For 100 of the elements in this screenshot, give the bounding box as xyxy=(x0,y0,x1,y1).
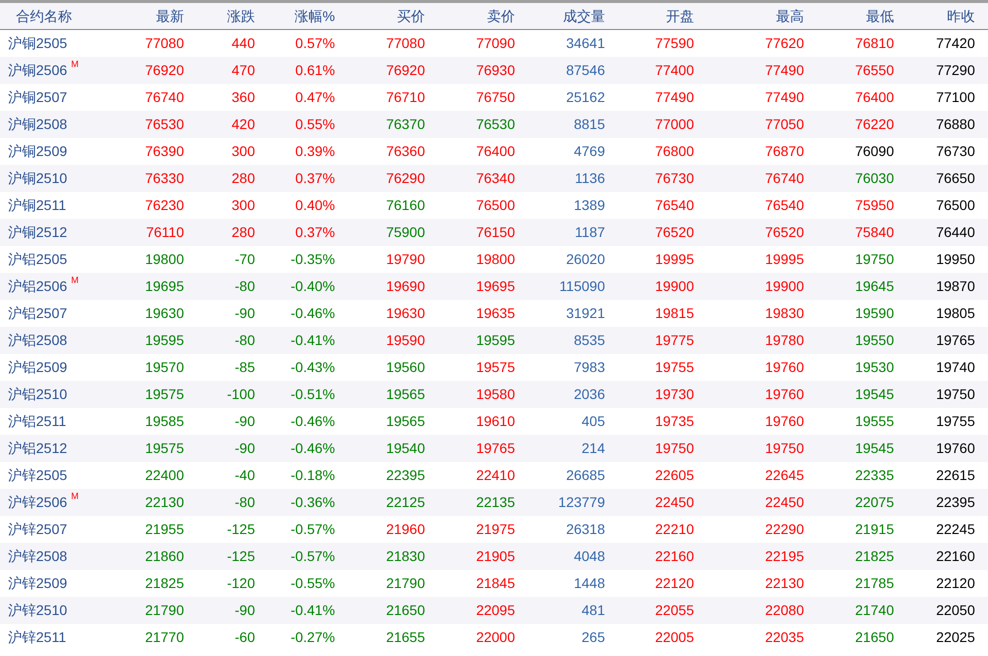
table-cell-text: 26318 xyxy=(565,520,605,539)
table-cell-text: 19585 xyxy=(144,412,184,431)
table-cell-text: 280 xyxy=(230,169,255,188)
column-header[interactable]: 买价 xyxy=(335,6,425,26)
table-cell-text: 77080 xyxy=(385,34,425,53)
column-header[interactable]: 最高 xyxy=(694,6,804,26)
table-cell-text: 8815 xyxy=(572,115,605,134)
table-cell-text: 19995 xyxy=(764,250,804,269)
table-cell-text: 22035 xyxy=(764,628,804,647)
table-cell-text: 21915 xyxy=(854,520,894,539)
table-cell-text: 76520 xyxy=(764,223,804,242)
table-cell-text: 77050 xyxy=(764,115,804,134)
contract-name[interactable]: 沪铜2506 xyxy=(8,60,68,81)
contract-name[interactable]: 沪铝2507 xyxy=(8,303,68,324)
table-cell-text: 19900 xyxy=(764,277,804,296)
contract-name[interactable]: 沪铝2506 xyxy=(8,276,68,297)
table-cell-text: 22290 xyxy=(764,520,804,539)
column-header[interactable]: 昨收 xyxy=(894,6,975,26)
table-cell-text: 19750 xyxy=(764,439,804,458)
table-cell-text: 280 xyxy=(230,223,255,242)
table-cell-text: 22080 xyxy=(764,601,804,620)
contract-name[interactable]: 沪铝2510 xyxy=(8,384,68,405)
table-cell-text: 0.37% xyxy=(294,223,335,242)
table-cell-text: 76750 xyxy=(475,88,515,107)
table-cell-text: 19580 xyxy=(475,385,515,404)
table-cell-text: 19800 xyxy=(144,250,184,269)
contract-name[interactable]: 沪锌2511 xyxy=(8,627,66,648)
table-cell-text: 19590 xyxy=(385,331,425,350)
table-cell-text: 76540 xyxy=(764,196,804,215)
table-cell-text: 77490 xyxy=(764,61,804,80)
contract-name[interactable]: 沪铜2511 xyxy=(8,195,66,216)
table-cell-text: 75900 xyxy=(385,223,425,242)
table-cell-text: 405 xyxy=(580,412,605,431)
column-header[interactable]: 涨幅% xyxy=(255,6,335,26)
table-cell-text: -60 xyxy=(234,628,255,647)
contract-name[interactable]: 沪锌2509 xyxy=(8,573,68,594)
contract-name[interactable]: 沪铜2507 xyxy=(8,87,68,108)
table-cell-text: 8535 xyxy=(572,331,605,350)
contract-name[interactable]: 沪铜2510 xyxy=(8,168,68,189)
table-cell-text: 19750 xyxy=(654,439,694,458)
table-cell-text: 0.37% xyxy=(294,169,335,188)
column-header[interactable]: 合约名称 xyxy=(0,6,100,26)
contract-name[interactable]: 沪铜2505 xyxy=(8,33,68,54)
table-cell-text: 76110 xyxy=(145,223,184,242)
table-cell-text: 19815 xyxy=(654,304,694,323)
table-cell-text: 19530 xyxy=(854,358,894,377)
contract-name[interactable]: 沪铜2508 xyxy=(8,114,68,135)
table-cell-text: 22120 xyxy=(935,574,975,593)
contract-name[interactable]: 沪铜2509 xyxy=(8,141,68,162)
table-cell-text: 19800 xyxy=(475,250,515,269)
table-cell-text: 22055 xyxy=(654,601,694,620)
table-cell-text: 1389 xyxy=(572,196,605,215)
contract-name[interactable]: 沪锌2507 xyxy=(8,519,68,540)
table-cell-text: 22450 xyxy=(654,493,694,512)
table-cell-text: 19695 xyxy=(144,277,184,296)
table-cell-text: 77420 xyxy=(935,34,975,53)
table-cell-text: 19645 xyxy=(854,277,894,296)
column-header[interactable]: 开盘 xyxy=(605,6,694,26)
table-cell-text: 19830 xyxy=(764,304,804,323)
table-cell-text: 25162 xyxy=(565,88,605,107)
contract-name[interactable]: 沪铝2505 xyxy=(8,249,68,270)
table-cell-text: 22120 xyxy=(654,574,694,593)
table-cell-text: 34641 xyxy=(565,34,605,53)
table-cell-text: 21860 xyxy=(144,547,184,566)
table-cell-text: 77490 xyxy=(764,88,804,107)
table-cell-text: 21905 xyxy=(475,547,515,566)
table-cell-text: 76530 xyxy=(475,115,515,134)
table-cell-text: 0.61% xyxy=(294,61,335,80)
table-cell-text: -0.43% xyxy=(290,358,335,377)
table-cell-text: -0.27% xyxy=(290,628,335,647)
table-cell-text: 265 xyxy=(580,628,605,647)
table-cell-text: -120 xyxy=(226,574,255,593)
contract-name[interactable]: 沪锌2510 xyxy=(8,600,68,621)
table-cell-text: 21650 xyxy=(854,628,894,647)
contract-name[interactable]: 沪锌2508 xyxy=(8,546,68,567)
table-cell-text: 19635 xyxy=(475,304,515,323)
column-header[interactable]: 卖价 xyxy=(425,6,515,26)
table-cell-text: 481 xyxy=(580,601,605,620)
contract-name[interactable]: 沪锌2505 xyxy=(8,465,68,486)
table-cell-text: 76230 xyxy=(144,196,184,215)
column-header[interactable]: 最低 xyxy=(804,6,894,26)
main-contract-label: M xyxy=(71,492,79,501)
table-cell-text: 76160 xyxy=(385,196,425,215)
table-cell-text: 19775 xyxy=(654,331,694,350)
column-header[interactable]: 最新 xyxy=(100,6,184,26)
table-cell-text: 22075 xyxy=(854,493,894,512)
column-header[interactable]: 成交量 xyxy=(515,6,605,26)
contract-name[interactable]: 沪锌2506 xyxy=(8,492,68,513)
table-cell-text: 19575 xyxy=(144,385,184,404)
column-header[interactable]: 涨跌 xyxy=(184,6,255,26)
table-cell-text: 21845 xyxy=(475,574,515,593)
table-cell-text: 22135 xyxy=(475,493,515,512)
contract-name[interactable]: 沪铝2511 xyxy=(8,411,66,432)
table-cell-text: 22210 xyxy=(654,520,694,539)
contract-name[interactable]: 沪铝2508 xyxy=(8,330,68,351)
contract-name[interactable]: 沪铜2512 xyxy=(8,222,68,243)
table-cell-text: 22125 xyxy=(385,493,425,512)
contract-name[interactable]: 沪铝2509 xyxy=(8,357,68,378)
contract-name[interactable]: 沪铝2512 xyxy=(8,438,68,459)
table-cell-text: -0.40% xyxy=(290,277,335,296)
